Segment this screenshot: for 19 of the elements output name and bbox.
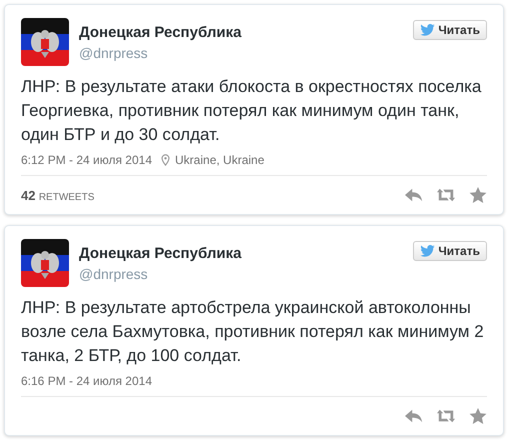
tweet-text: ЛНР: В результате артобстрела украинской автоколонны возле села Бахмутовка, противник потерял как минимум 2 танка, 2 БТР, до 100 солдат. (21, 297, 485, 367)
author-name[interactable]: Донецкая Республика (79, 245, 404, 262)
retweet-icon[interactable] (437, 187, 455, 203)
reply-icon[interactable] (405, 408, 423, 424)
tweet-text: ЛНР: В результате атаки блокоста в окрестностях поселка Георгиевка, противник потерял как минимум один танк, один БТР и до 30 солдат. (21, 76, 482, 146)
reply-icon[interactable] (405, 187, 423, 203)
follow-button[interactable]: Читать (413, 241, 487, 261)
tweet-timestamp[interactable]: 6:12 PM - 24 июля 2014 (21, 153, 152, 167)
follow-button[interactable]: Читать (413, 20, 487, 40)
bird-icon (420, 245, 436, 257)
retweet-icon[interactable] (437, 408, 455, 424)
retweet-count[interactable]: 42 RETWEETS (21, 188, 94, 202)
bird-icon (420, 24, 436, 36)
tweet-location[interactable]: Ukraine, Ukraine (175, 153, 264, 167)
author-name[interactable]: Донецкая Республика (79, 24, 404, 41)
favorite-star-icon[interactable] (469, 187, 487, 203)
location-pin-icon (161, 154, 170, 166)
favorite-star-icon[interactable] (469, 408, 487, 424)
tweet-timestamp[interactable]: 6:16 PM - 24 июля 2014 (21, 374, 152, 388)
